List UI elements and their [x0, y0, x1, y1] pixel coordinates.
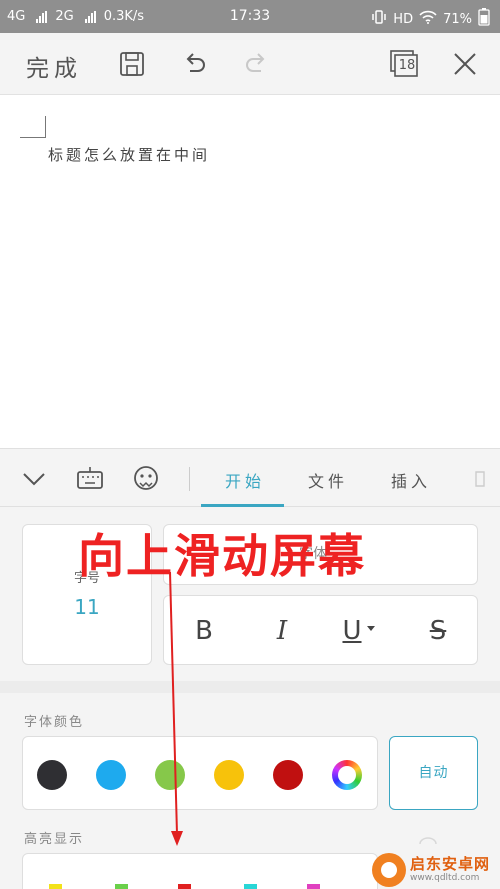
vibrate-icon	[371, 10, 387, 28]
pages-icon[interactable]: 18	[389, 50, 421, 78]
watermark-logo-icon	[372, 853, 406, 887]
wifi-icon	[419, 10, 437, 28]
underline-button[interactable]: U	[332, 608, 372, 654]
tab-file[interactable]: 文件	[308, 468, 348, 492]
assistant-face-icon[interactable]	[132, 464, 160, 492]
font-color-card	[22, 736, 378, 810]
save-icon[interactable]	[118, 50, 146, 78]
color-swatch-yellow[interactable]	[214, 760, 244, 790]
color-swatch-black[interactable]	[37, 760, 67, 790]
highlight-swatch-green[interactable]	[115, 884, 128, 889]
highlight-more-icon[interactable]	[418, 831, 438, 845]
highlight-swatch-magenta[interactable]	[307, 884, 320, 889]
color-swatch-green[interactable]	[155, 760, 185, 790]
text-format-card: B I U S	[163, 595, 478, 665]
highlight-swatch-red[interactable]	[178, 884, 191, 889]
undo-icon[interactable]	[180, 50, 208, 78]
status-right: HD 71%	[371, 8, 490, 30]
auto-color-button[interactable]: 自动	[389, 736, 478, 810]
strikethrough-button[interactable]: S	[412, 608, 464, 654]
format-panel: 开始 文件 插入 字号 11 字体 B I U S 字体颜色 自动 高亮显示	[0, 448, 500, 889]
battery-percent: 71%	[443, 11, 472, 27]
color-swatch-blue[interactable]	[96, 760, 126, 790]
active-tab-indicator	[201, 504, 284, 507]
tab-start[interactable]: 开始	[225, 468, 265, 492]
panel-tab-row: 开始 文件 插入	[0, 449, 500, 507]
keyboard-icon[interactable]	[76, 464, 104, 492]
font-color-label: 字体颜色	[24, 715, 85, 730]
done-button[interactable]: 完成	[26, 49, 82, 83]
highlight-label: 高亮显示	[24, 832, 85, 847]
collapse-chevron-icon[interactable]	[20, 464, 48, 492]
italic-button[interactable]: I	[256, 608, 308, 654]
highlight-color-card	[22, 853, 378, 889]
color-picker-icon[interactable]	[332, 760, 362, 790]
status-bar: 4G 2G 0.3K/s 17:33 HD 71%	[0, 0, 500, 33]
site-watermark: 启东安卓网 www.qdltd.com	[372, 851, 500, 889]
watermark-name: 启东安卓网	[410, 855, 491, 874]
text-cursor-marker	[20, 116, 46, 138]
close-icon[interactable]	[451, 50, 479, 78]
redo-icon[interactable]	[243, 50, 271, 78]
color-swatch-red[interactable]	[273, 760, 303, 790]
editor-toolbar: 完成 18	[0, 33, 500, 95]
swipe-up-annotation: 向上滑动屏幕	[78, 529, 366, 583]
underline-dropdown-icon[interactable]	[367, 626, 375, 631]
page-count: 18	[398, 58, 416, 73]
battery-icon	[478, 8, 490, 30]
tab-divider	[189, 467, 190, 491]
section-divider	[0, 681, 500, 693]
watermark-url: www.qdltd.com	[410, 873, 480, 884]
font-size-value: 11	[74, 595, 100, 619]
document-canvas[interactable]: 标题怎么放置在中间	[0, 96, 500, 448]
bold-button[interactable]: B	[178, 608, 230, 654]
highlight-swatch-cyan[interactable]	[244, 884, 257, 889]
tab-more-partial[interactable]	[474, 470, 500, 492]
hd-label: HD	[393, 11, 414, 27]
tab-insert[interactable]: 插入	[391, 468, 431, 492]
highlight-swatch-yellow[interactable]	[49, 884, 62, 889]
document-text[interactable]: 标题怎么放置在中间	[48, 144, 210, 165]
